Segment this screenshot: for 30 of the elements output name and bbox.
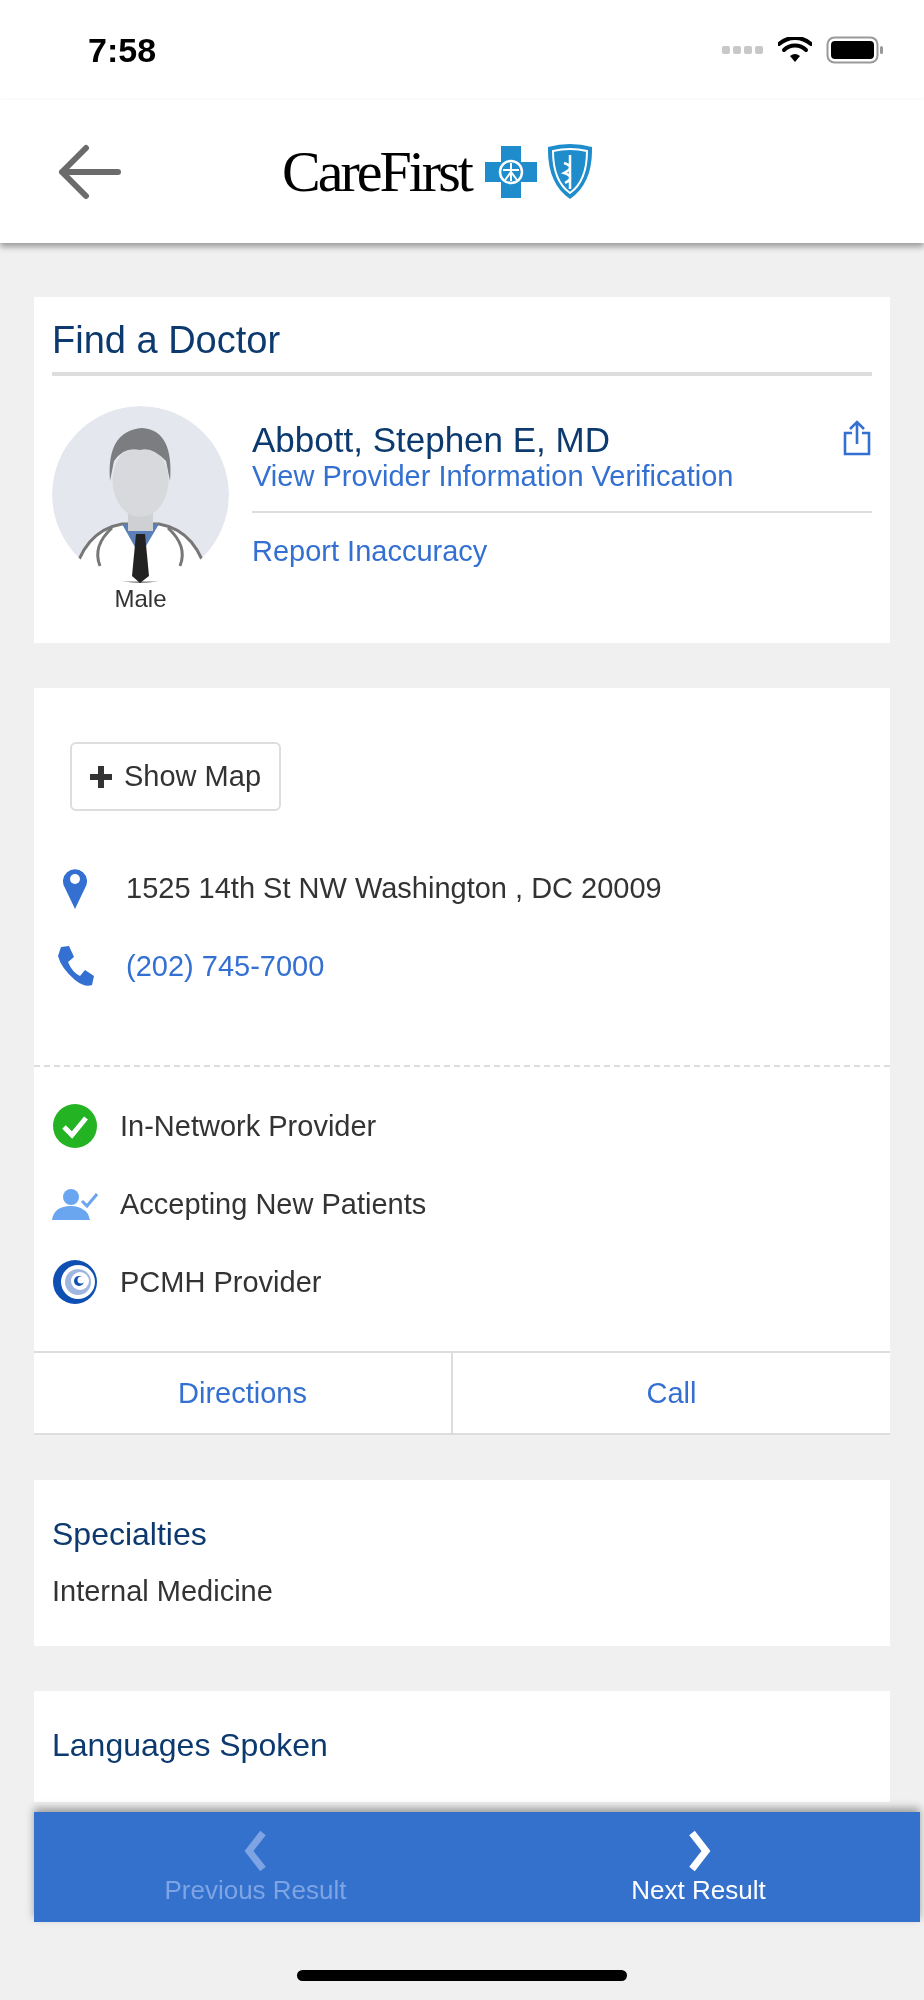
signal-icon	[722, 45, 764, 55]
status-label: In-Network Provider	[120, 1109, 377, 1143]
status-label: PCMH Provider	[120, 1265, 322, 1299]
swirl-icon	[52, 1259, 98, 1305]
plus-icon	[88, 763, 114, 790]
check-circle-icon	[52, 1103, 98, 1149]
phone-link[interactable]: (202) 745-7000	[126, 949, 325, 983]
status-label: Accepting New Patients	[120, 1187, 427, 1221]
section-value: Internal Medicine	[52, 1575, 274, 1608]
logo-text: CareFirst	[282, 138, 471, 205]
doctor-avatar-icon	[52, 406, 229, 583]
status-time: 7:58	[88, 30, 157, 70]
wifi-icon	[778, 37, 812, 63]
gender-label: Male	[114, 585, 167, 613]
battery-icon	[826, 36, 884, 64]
show-map-button[interactable]: Show Map	[70, 742, 281, 811]
back-arrow-icon	[56, 143, 122, 200]
section-title: Specialties	[52, 1516, 208, 1553]
share-button[interactable]	[842, 420, 872, 456]
address-text: 1525 14th St NW Washington , DC 20009	[126, 871, 662, 905]
page-title: Find a Doctor	[52, 319, 872, 376]
section-title: Languages Spoken	[52, 1727, 329, 1764]
person-check-icon	[52, 1188, 98, 1220]
verification-link[interactable]: View Provider Information Verification	[252, 460, 872, 493]
back-button[interactable]	[56, 143, 122, 200]
report-link[interactable]: Report Inaccuracy	[252, 535, 872, 568]
cross-icon	[482, 143, 539, 200]
provider-name: Abbott, Stephen E, MD	[252, 420, 610, 460]
share-icon	[842, 420, 872, 456]
next-result-button[interactable]: Next Result	[477, 1812, 920, 1922]
